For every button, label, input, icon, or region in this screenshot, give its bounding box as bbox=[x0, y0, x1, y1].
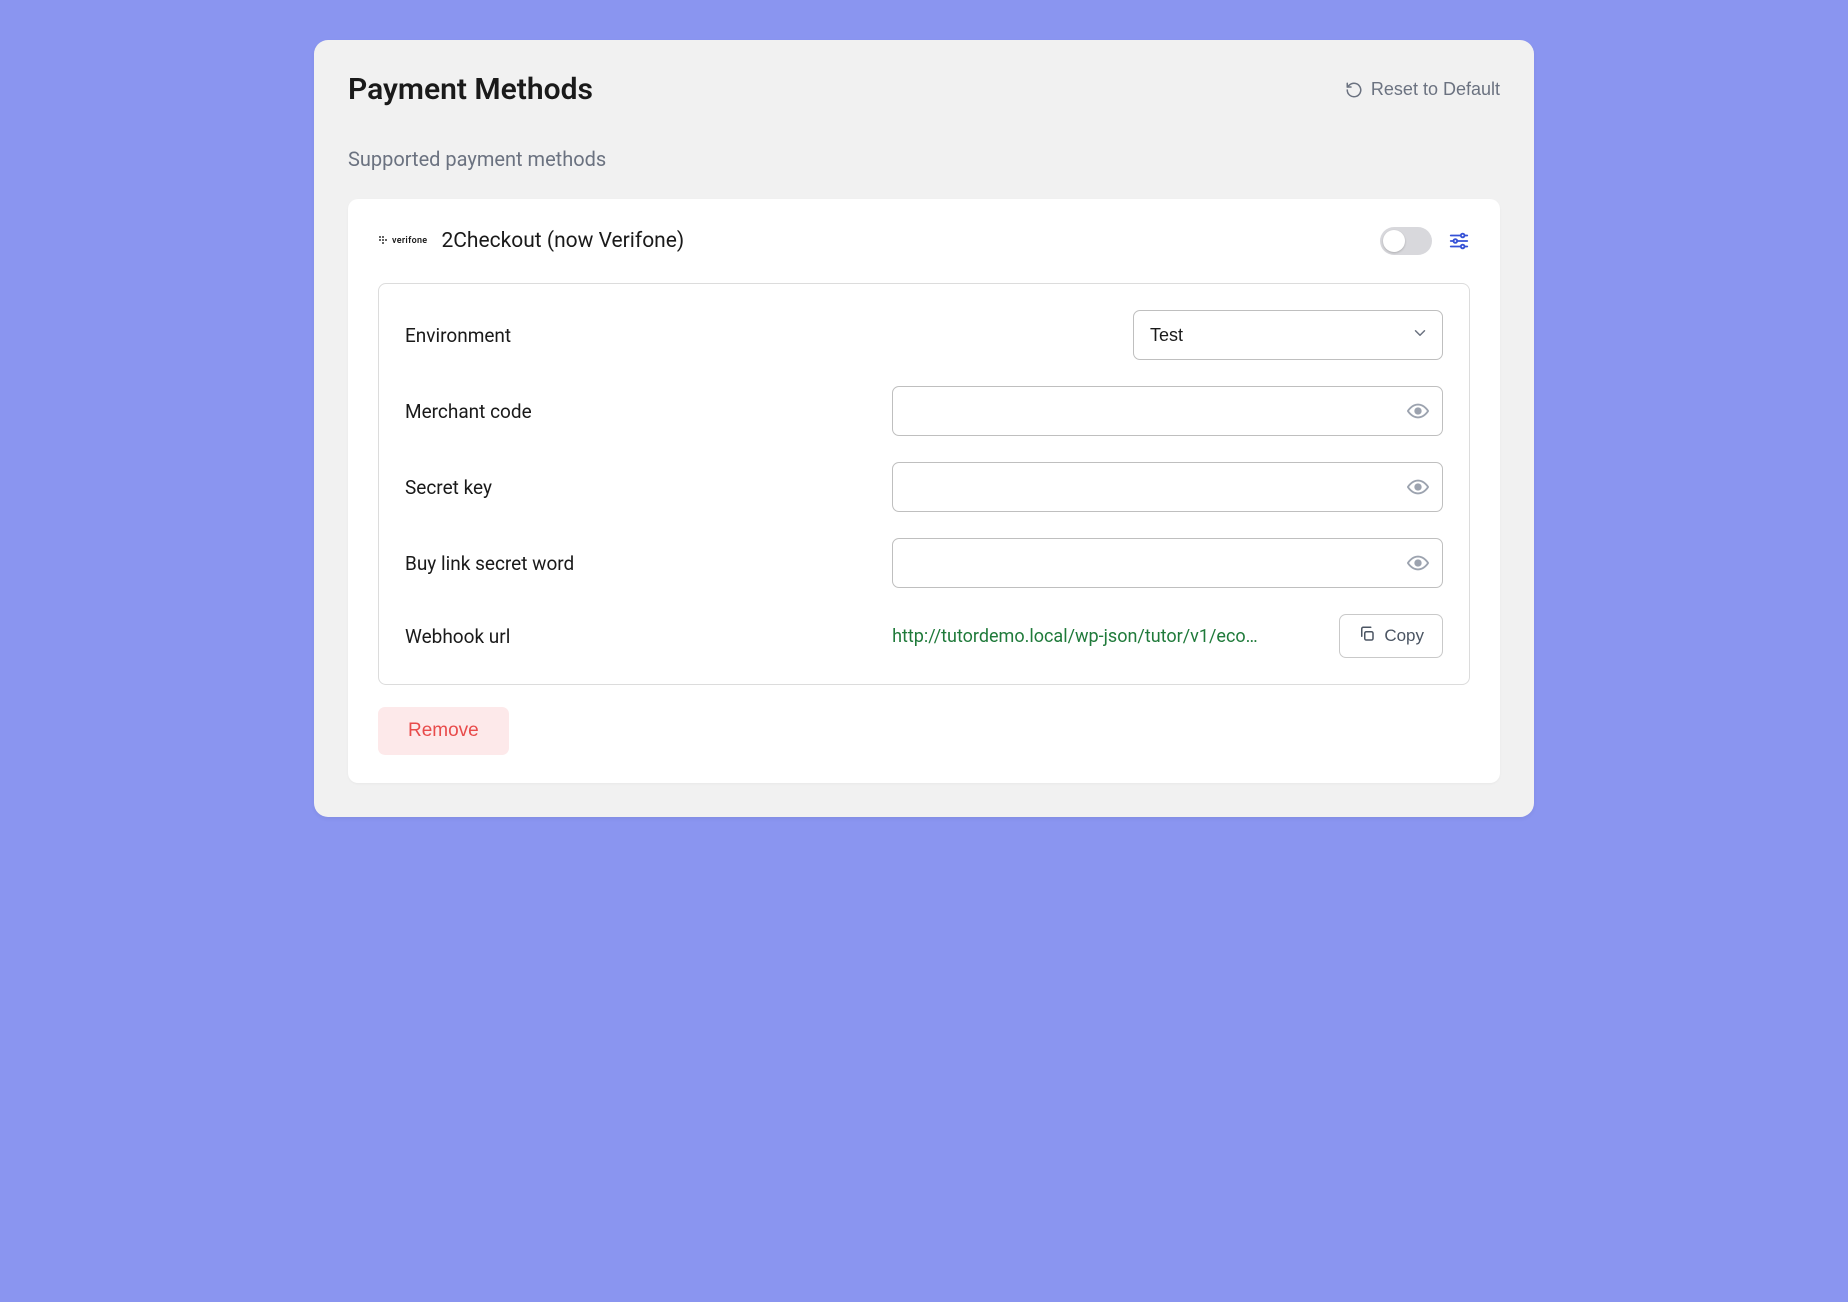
page-title: Payment Methods bbox=[348, 72, 593, 107]
secret-key-input[interactable] bbox=[892, 462, 1443, 512]
section-subtitle: Supported payment methods bbox=[348, 147, 1500, 171]
environment-label: Environment bbox=[405, 324, 872, 347]
method-header: verifone 2Checkout (now Verifone) bbox=[378, 227, 1470, 255]
field-secret-key: Secret key bbox=[405, 462, 1443, 512]
refresh-icon bbox=[1345, 81, 1363, 99]
toggle-knob bbox=[1383, 230, 1405, 252]
method-card: verifone 2Checkout (now Verifone) bbox=[348, 199, 1500, 783]
verifone-logo-icon: verifone bbox=[378, 235, 427, 247]
webhook-label: Webhook url bbox=[405, 625, 872, 648]
enable-toggle[interactable] bbox=[1380, 227, 1432, 255]
config-box: Environment Test Merchan bbox=[378, 283, 1470, 685]
merchant-code-input[interactable] bbox=[892, 386, 1443, 436]
copy-icon bbox=[1358, 625, 1376, 648]
method-title-wrap: verifone 2Checkout (now Verifone) bbox=[378, 229, 684, 253]
reset-to-default-button[interactable]: Reset to Default bbox=[1345, 79, 1500, 100]
copy-label: Copy bbox=[1384, 626, 1424, 646]
eye-icon[interactable] bbox=[1407, 400, 1429, 422]
field-merchant-code: Merchant code bbox=[405, 386, 1443, 436]
buy-link-secret-label: Buy link secret word bbox=[405, 552, 872, 575]
environment-select-wrap: Test bbox=[1133, 310, 1443, 360]
method-name: 2Checkout (now Verifone) bbox=[441, 229, 684, 253]
panel-header: Payment Methods Reset to Default bbox=[348, 72, 1500, 107]
webhook-url: http://tutordemo.local/wp-json/tutor/v1/… bbox=[892, 626, 1327, 647]
environment-select[interactable]: Test bbox=[1133, 310, 1443, 360]
copy-button[interactable]: Copy bbox=[1339, 614, 1443, 658]
reset-label: Reset to Default bbox=[1371, 79, 1500, 100]
payment-methods-panel: Payment Methods Reset to Default Support… bbox=[314, 40, 1534, 817]
field-buy-link-secret: Buy link secret word bbox=[405, 538, 1443, 588]
sliders-icon[interactable] bbox=[1448, 230, 1470, 252]
remove-button[interactable]: Remove bbox=[378, 707, 509, 755]
secret-key-label: Secret key bbox=[405, 476, 872, 499]
field-webhook: Webhook url http://tutordemo.local/wp-js… bbox=[405, 614, 1443, 658]
field-environment: Environment Test bbox=[405, 310, 1443, 360]
merchant-code-label: Merchant code bbox=[405, 400, 872, 423]
buy-link-secret-input[interactable] bbox=[892, 538, 1443, 588]
eye-icon[interactable] bbox=[1407, 552, 1429, 574]
eye-icon[interactable] bbox=[1407, 476, 1429, 498]
method-controls bbox=[1380, 227, 1470, 255]
